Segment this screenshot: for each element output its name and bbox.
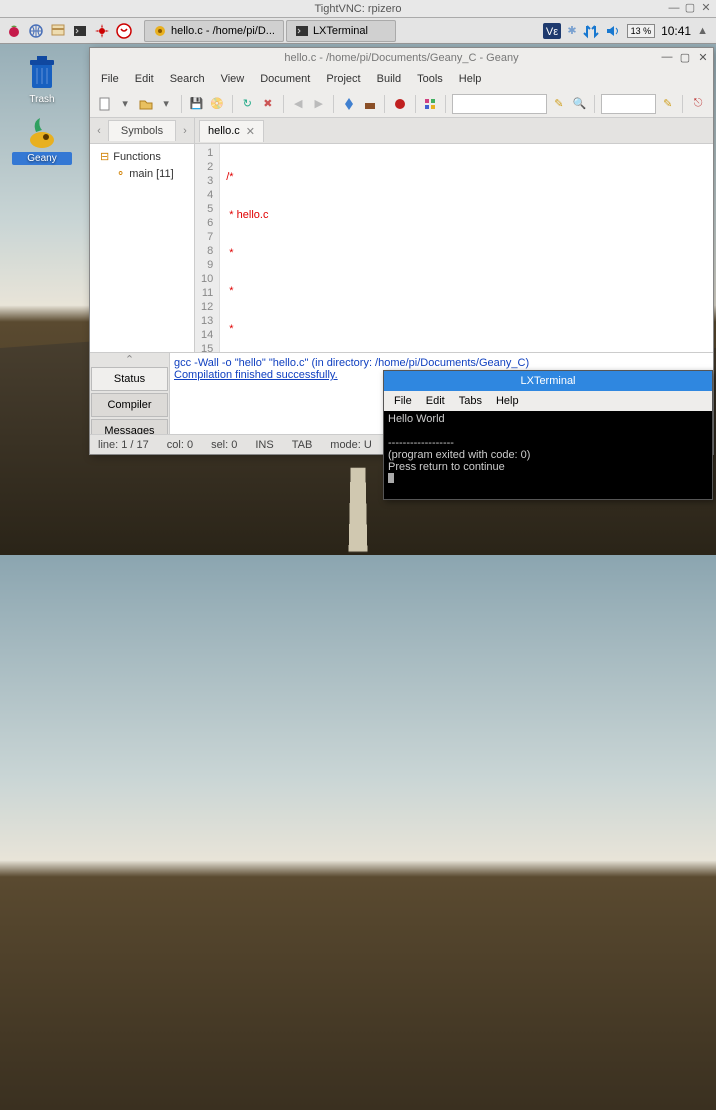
bottom-tab-up-icon[interactable]: ⌃ <box>90 353 169 366</box>
compile-icon[interactable] <box>340 95 357 113</box>
clock[interactable]: 10:41 <box>661 24 691 38</box>
file-tab-hello[interactable]: hello.c ✕ <box>199 120 264 142</box>
forward-icon[interactable]: ▶ <box>310 95 327 113</box>
save-icon[interactable]: 💾 <box>188 95 205 113</box>
sidebar-prev-icon[interactable]: ‹ <box>90 125 108 137</box>
term-menu-help[interactable]: Help <box>490 393 525 409</box>
geany-title-text: hello.c - /home/pi/Documents/Geany_C - G… <box>284 52 518 64</box>
term-title-text: LXTerminal <box>520 375 575 387</box>
geany-titlebar[interactable]: hello.c - /home/pi/Documents/Geany_C - G… <box>90 48 713 68</box>
desktop-geany[interactable]: Geany <box>12 112 72 165</box>
status-col: col: 0 <box>167 439 193 451</box>
reload-icon[interactable]: ↻ <box>239 95 256 113</box>
status-line: line: 1 / 17 <box>98 439 149 451</box>
menu-tools[interactable]: Tools <box>410 71 450 87</box>
tree-node-functions[interactable]: ⊟Functions <box>94 148 190 165</box>
term-cursor <box>388 473 394 483</box>
vnc-tray-icon[interactable]: Vε <box>543 23 561 39</box>
taskbar-app-geany[interactable]: hello.c - /home/pi/D... <box>144 20 284 42</box>
goto-input[interactable] <box>601 94 656 114</box>
window-maximize-icon[interactable]: ▢ <box>679 51 691 63</box>
code-content: /* * hello.c * * * */ #include <stdio.h>… <box>220 144 380 352</box>
status-sel: sel: 0 <box>211 439 237 451</box>
tree-node-main[interactable]: ⚬main [11] <box>94 165 190 182</box>
menu-project[interactable]: Project <box>319 71 367 87</box>
search-input[interactable] <box>452 94 547 114</box>
status-mode: mode: U <box>330 439 372 451</box>
desktop-trash-label: Trash <box>12 94 72 105</box>
bluetooth-icon[interactable]: ✱ <box>567 24 576 37</box>
menu-search[interactable]: Search <box>163 71 212 87</box>
taskbar: hello.c - /home/pi/D... LXTerminal Vε ✱ … <box>0 18 716 44</box>
build-icon[interactable] <box>361 95 378 113</box>
taskbar-app-terminal-label: LXTerminal <box>313 25 368 37</box>
vnc-maximize-icon[interactable]: ▢ <box>684 2 696 14</box>
vnc-close-icon[interactable]: ✕ <box>700 2 712 14</box>
panel-arrow-icon[interactable]: ▲ <box>697 25 708 37</box>
term-menu-tabs[interactable]: Tabs <box>453 393 488 409</box>
run-icon[interactable] <box>391 95 408 113</box>
sidebar: ‹ Symbols › ⊟Functions ⚬main [11] <box>90 118 195 352</box>
bottom-tab-compiler[interactable]: Compiler <box>91 393 168 417</box>
status-ins: INS <box>255 439 273 451</box>
term-menu-file[interactable]: File <box>388 393 418 409</box>
compiler-command: gcc -Wall -o "hello" "hello.c" (in direc… <box>174 357 709 369</box>
search-icon[interactable]: 🔍 <box>571 95 588 113</box>
file-manager-icon[interactable] <box>48 21 68 41</box>
search-brush-icon[interactable]: ✎ <box>550 95 567 113</box>
line-gutter: 1234567891011121314151617 <box>195 144 220 352</box>
new-file-icon[interactable] <box>96 95 113 113</box>
taskbar-app-terminal[interactable]: LXTerminal <box>286 20 396 42</box>
taskbar-app-geany-label: hello.c - /home/pi/D... <box>171 25 275 37</box>
dropdown-icon[interactable]: ▾ <box>116 95 133 113</box>
term-menubar: File Edit Tabs Help <box>384 391 712 411</box>
lxterminal-window: LXTerminal File Edit Tabs Help Hello Wor… <box>383 370 713 500</box>
symbol-tree: ⊟Functions ⚬main [11] <box>90 144 194 352</box>
terminal-icon[interactable] <box>70 21 90 41</box>
desktop-geany-label: Geany <box>12 152 72 165</box>
save-all-icon[interactable]: 📀 <box>208 95 225 113</box>
menu-edit[interactable]: Edit <box>128 71 161 87</box>
close-tab-icon[interactable]: ✕ <box>246 125 255 138</box>
color-icon[interactable] <box>422 95 439 113</box>
goto-brush-icon[interactable]: ✎ <box>659 95 676 113</box>
vnc-minimize-icon[interactable]: — <box>668 2 680 14</box>
window-close-icon[interactable]: ✕ <box>697 51 709 63</box>
terminal-app-icon <box>295 24 309 38</box>
geany-toolbar: ▾ ▾ 💾 📀 ↻ ✖ ◀ ▶ ✎ 🔍 ✎ ⎋ <box>90 90 713 118</box>
battery-indicator[interactable]: 13 % <box>627 24 656 38</box>
quit-icon[interactable]: ⎋ <box>689 95 706 113</box>
menu-help[interactable]: Help <box>452 71 489 87</box>
dropdown-icon[interactable]: ▾ <box>157 95 174 113</box>
raspberry-menu-icon[interactable] <box>4 21 24 41</box>
menu-file[interactable]: File <box>94 71 126 87</box>
red-circle-icon[interactable] <box>114 21 134 41</box>
sidebar-tab-symbols[interactable]: Symbols <box>108 120 176 141</box>
file-tabs: hello.c ✕ <box>195 118 713 144</box>
window-minimize-icon[interactable]: — <box>661 51 673 63</box>
desktop-trash[interactable]: Trash <box>12 54 72 105</box>
vnc-titlebar: TightVNC: rpizero — ▢ ✕ <box>0 0 716 18</box>
geany-menubar: File Edit Search View Document Project B… <box>90 68 713 90</box>
back-icon[interactable]: ◀ <box>290 95 307 113</box>
menu-document[interactable]: Document <box>253 71 317 87</box>
term-output[interactable]: Hello World ------------------ (program … <box>384 411 712 499</box>
globe-icon[interactable] <box>26 21 46 41</box>
burst-icon[interactable] <box>92 21 112 41</box>
sidebar-next-icon[interactable]: › <box>176 125 194 137</box>
menu-view[interactable]: View <box>214 71 252 87</box>
code-editor[interactable]: 1234567891011121314151617 /* * hello.c *… <box>195 144 713 352</box>
bottom-tab-status[interactable]: Status <box>91 367 168 391</box>
svg-text:Vε: Vε <box>546 26 558 38</box>
status-tab: TAB <box>292 439 313 451</box>
term-menu-edit[interactable]: Edit <box>420 393 451 409</box>
close-file-icon[interactable]: ✖ <box>259 95 276 113</box>
geany-app-icon <box>153 24 167 38</box>
volume-icon[interactable] <box>605 23 621 39</box>
open-file-icon[interactable] <box>137 95 154 113</box>
network-icon[interactable] <box>583 23 599 39</box>
vnc-title-text: TightVNC: rpizero <box>314 3 401 15</box>
menu-build[interactable]: Build <box>370 71 408 87</box>
term-titlebar[interactable]: LXTerminal <box>384 371 712 391</box>
